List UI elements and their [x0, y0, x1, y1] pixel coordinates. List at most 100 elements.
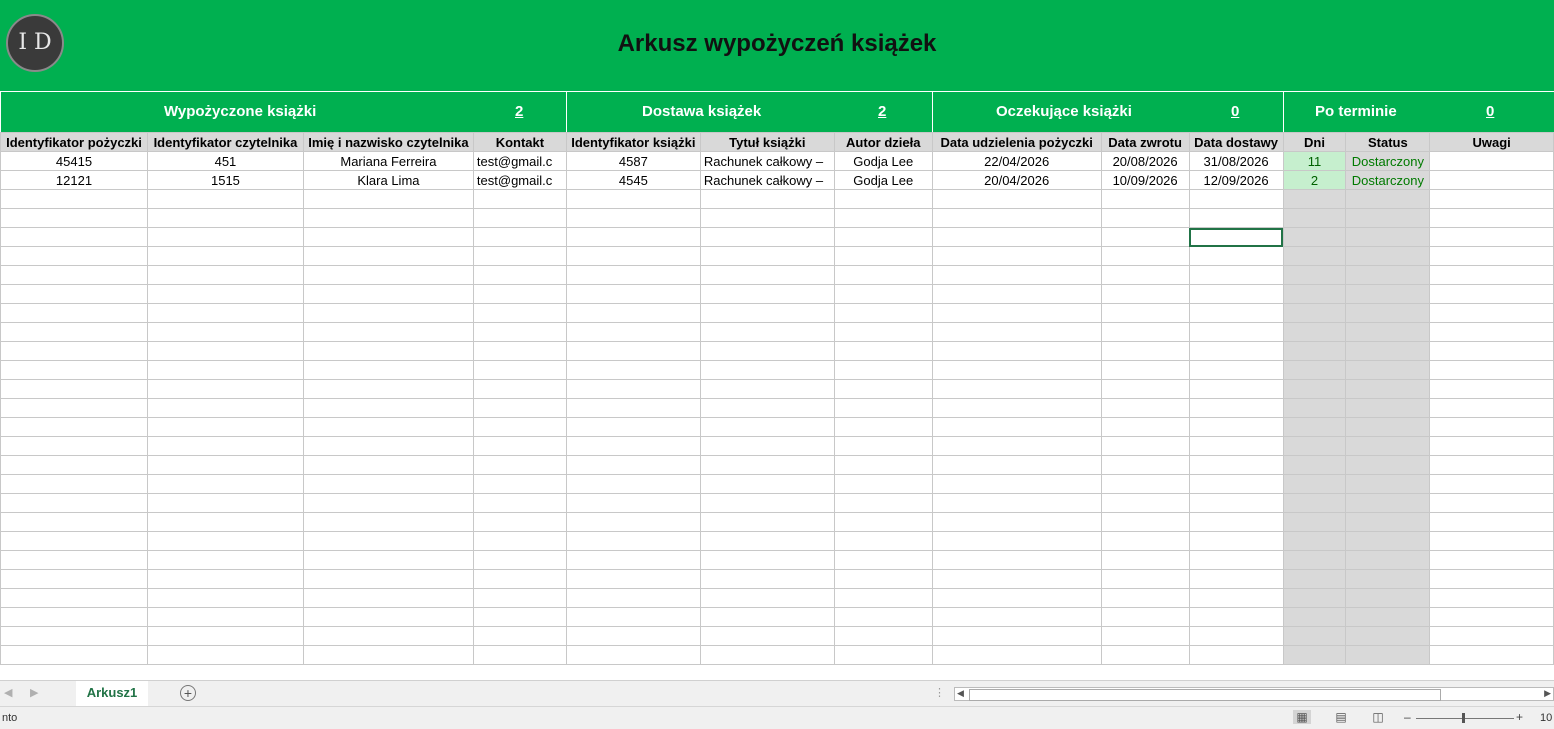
empty-cell[interactable] — [1188, 398, 1284, 418]
empty-cell[interactable] — [1282, 227, 1347, 247]
empty-cell[interactable] — [1188, 265, 1284, 285]
empty-cell[interactable] — [472, 284, 567, 304]
empty-cell[interactable] — [146, 246, 304, 266]
empty-cell[interactable] — [472, 360, 567, 380]
empty-cell[interactable] — [699, 607, 835, 627]
empty-cell[interactable] — [1188, 569, 1284, 589]
empty-cell[interactable] — [1100, 303, 1190, 323]
empty-cell[interactable] — [1345, 246, 1431, 266]
cell[interactable]: 1515 — [146, 170, 304, 190]
empty-cell[interactable] — [1100, 645, 1190, 665]
empty-cell[interactable] — [1100, 265, 1190, 285]
empty-cell[interactable] — [472, 474, 567, 494]
empty-cell[interactable] — [302, 341, 474, 361]
empty-cell[interactable] — [1429, 607, 1554, 627]
empty-cell[interactable] — [146, 322, 304, 342]
empty-cell[interactable] — [472, 227, 567, 247]
splitter-handle-icon[interactable]: ⋮ — [934, 686, 945, 699]
empty-cell[interactable] — [1345, 398, 1431, 418]
empty-cell[interactable] — [699, 493, 835, 513]
sheet-tab[interactable]: Arkusz1 — [76, 681, 148, 708]
empty-cell[interactable] — [302, 531, 474, 551]
empty-cell[interactable] — [302, 550, 474, 570]
empty-cell[interactable] — [1188, 531, 1284, 551]
empty-cell[interactable] — [472, 455, 567, 475]
empty-cell[interactable] — [1345, 303, 1431, 323]
empty-cell[interactable] — [472, 398, 567, 418]
empty-cell[interactable] — [931, 189, 1102, 209]
empty-cell[interactable] — [302, 379, 474, 399]
empty-cell[interactable] — [1345, 645, 1431, 665]
empty-cell[interactable] — [1100, 227, 1190, 247]
empty-cell[interactable] — [0, 512, 148, 532]
empty-cell[interactable] — [931, 569, 1102, 589]
empty-cell[interactable] — [1345, 322, 1431, 342]
empty-cell[interactable] — [1429, 360, 1554, 380]
empty-cell[interactable] — [1345, 512, 1431, 532]
empty-cell[interactable] — [1100, 208, 1190, 228]
empty-cell[interactable] — [931, 493, 1102, 513]
zoom-track[interactable] — [1416, 718, 1514, 719]
cell[interactable]: 12/09/2026 — [1188, 170, 1284, 190]
empty-cell[interactable] — [146, 284, 304, 304]
empty-cell[interactable] — [565, 474, 701, 494]
empty-cell[interactable] — [472, 341, 567, 361]
empty-cell[interactable] — [302, 398, 474, 418]
empty-cell[interactable] — [699, 379, 835, 399]
empty-cell[interactable] — [833, 265, 933, 285]
empty-cell[interactable] — [931, 322, 1102, 342]
empty-cell[interactable] — [1188, 379, 1284, 399]
empty-cell[interactable] — [699, 436, 835, 456]
cell[interactable]: 10/09/2026 — [1100, 170, 1190, 190]
cell[interactable]: 2 — [1282, 170, 1347, 190]
empty-cell[interactable] — [472, 607, 567, 627]
empty-cell[interactable] — [565, 512, 701, 532]
empty-cell[interactable] — [1345, 626, 1431, 646]
empty-cell[interactable] — [565, 569, 701, 589]
empty-cell[interactable] — [565, 493, 701, 513]
empty-cell[interactable] — [472, 436, 567, 456]
empty-cell[interactable] — [0, 626, 148, 646]
scroll-right-arrow-icon[interactable]: ▶ — [1544, 688, 1551, 699]
empty-cell[interactable] — [1345, 455, 1431, 475]
empty-cell[interactable] — [833, 284, 933, 304]
empty-cell[interactable] — [146, 265, 304, 285]
empty-cell[interactable] — [565, 360, 701, 380]
empty-cell[interactable] — [1282, 436, 1347, 456]
cell[interactable]: Godja Lee — [833, 170, 933, 190]
empty-cell[interactable] — [0, 265, 148, 285]
empty-cell[interactable] — [565, 398, 701, 418]
empty-cell[interactable] — [699, 246, 835, 266]
empty-cell[interactable] — [833, 493, 933, 513]
empty-cell[interactable] — [1100, 626, 1190, 646]
scrollbar-thumb[interactable] — [969, 689, 1441, 701]
empty-cell[interactable] — [472, 493, 567, 513]
empty-cell[interactable] — [931, 474, 1102, 494]
empty-cell[interactable] — [1188, 341, 1284, 361]
empty-cell[interactable] — [1188, 493, 1284, 513]
empty-cell[interactable] — [1429, 227, 1554, 247]
empty-cell[interactable] — [1282, 303, 1347, 323]
empty-cell[interactable] — [472, 531, 567, 551]
column-header[interactable]: Data dostawy — [1188, 132, 1284, 152]
empty-cell[interactable] — [833, 607, 933, 627]
empty-cell[interactable] — [1429, 208, 1554, 228]
empty-cell[interactable] — [931, 550, 1102, 570]
empty-cell[interactable] — [146, 512, 304, 532]
empty-cell[interactable] — [1188, 607, 1284, 627]
empty-cell[interactable] — [833, 550, 933, 570]
empty-cell[interactable] — [1188, 208, 1284, 228]
empty-cell[interactable] — [699, 626, 835, 646]
empty-cell[interactable] — [1345, 341, 1431, 361]
empty-cell[interactable] — [931, 436, 1102, 456]
empty-cell[interactable] — [1188, 436, 1284, 456]
empty-cell[interactable] — [1429, 284, 1554, 304]
empty-cell[interactable] — [833, 379, 933, 399]
empty-cell[interactable] — [699, 569, 835, 589]
empty-cell[interactable] — [931, 531, 1102, 551]
empty-cell[interactable] — [472, 626, 567, 646]
empty-cell[interactable] — [146, 588, 304, 608]
empty-cell[interactable] — [472, 417, 567, 437]
empty-cell[interactable] — [0, 474, 148, 494]
empty-cell[interactable] — [0, 645, 148, 665]
